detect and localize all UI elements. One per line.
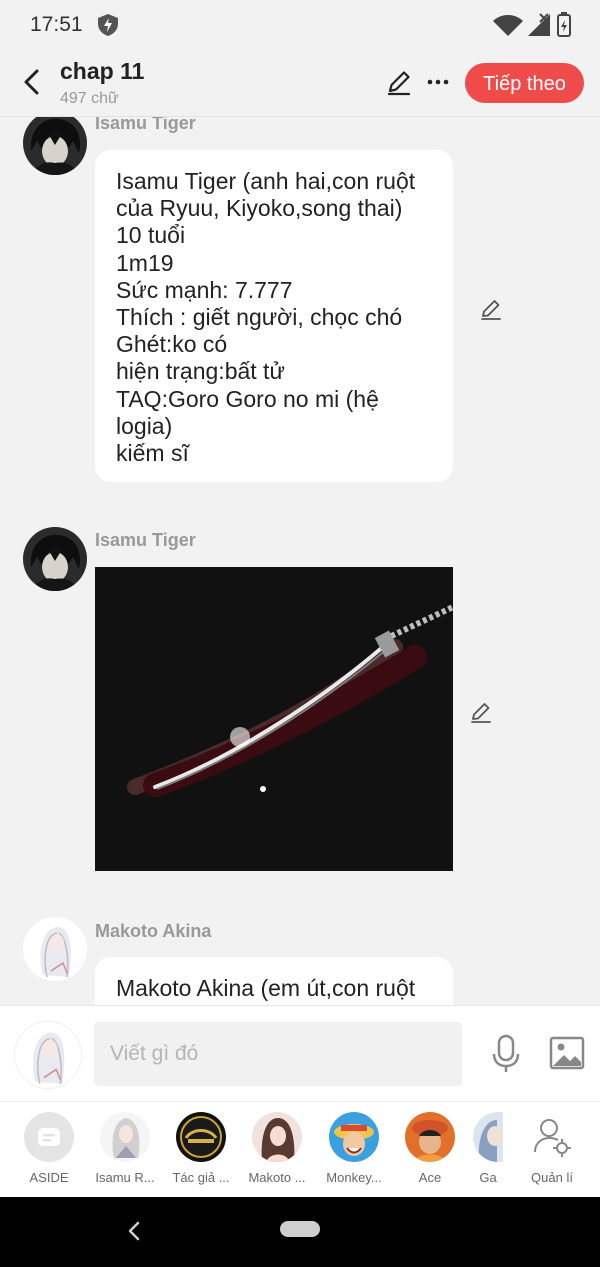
character-item[interactable]: Isamu R...	[87, 1112, 163, 1185]
shield-icon	[98, 14, 118, 36]
edit-pen-icon[interactable]	[385, 68, 413, 96]
chat-content[interactable]: Isamu Tiger Isamu Tiger (anh hai,con ruộ…	[0, 117, 600, 1005]
chapter-title: chap 11	[60, 58, 145, 84]
chapter-header: chap 11 497 chữ Tiếp theo	[0, 50, 600, 117]
avatar[interactable]	[23, 917, 87, 981]
character-label: Ga	[479, 1170, 497, 1185]
microphone-icon[interactable]	[490, 1034, 522, 1074]
character-bar: ASIDE Isamu R... Tác giả ... Makoto ... …	[0, 1101, 600, 1198]
character-avatar	[329, 1112, 379, 1162]
message-text: Isamu Tiger (anh hai,con ruột của Ryuu, …	[116, 168, 416, 467]
katana-photo[interactable]	[95, 567, 453, 871]
character-item[interactable]: Tác giả ...	[163, 1112, 239, 1185]
character-avatar	[252, 1112, 302, 1162]
character-avatar	[405, 1112, 455, 1162]
character-label: Tác giả ...	[172, 1170, 230, 1185]
character-item[interactable]: Monkey...	[316, 1112, 392, 1185]
character-label: Makoto ...	[248, 1170, 306, 1185]
character-label: Ace	[418, 1170, 442, 1185]
character-avatar	[473, 1112, 503, 1162]
edit-pen-icon[interactable]	[469, 700, 493, 724]
current-character-avatar[interactable]	[14, 1021, 82, 1089]
character-label: Quản lí	[531, 1170, 573, 1185]
system-status-icons	[493, 12, 571, 37]
character-item[interactable]: Makoto ...	[239, 1112, 315, 1185]
character-item[interactable]: Ace	[392, 1112, 468, 1185]
edit-pen-icon[interactable]	[479, 297, 503, 321]
message-author: Isamu Tiger	[95, 530, 196, 550]
character-avatar	[176, 1112, 226, 1162]
message-composer	[0, 1005, 600, 1102]
character-label: Isamu R...	[95, 1170, 155, 1185]
next-chapter-button[interactable]: Tiếp theo	[465, 63, 584, 103]
system-navigation-bar	[0, 1197, 600, 1267]
message-input[interactable]	[94, 1022, 462, 1086]
message-text: Makoto Akina (em út,con ruột	[116, 975, 416, 1001]
message-bubble[interactable]: Isamu Tiger (anh hai,con ruột của Ryuu, …	[95, 150, 453, 482]
character-item[interactable]: Ga	[468, 1112, 508, 1185]
more-options-icon[interactable]	[424, 68, 452, 96]
status-time: 17:51	[30, 13, 83, 36]
avatar[interactable]	[23, 117, 87, 175]
back-arrow-icon[interactable]	[16, 66, 48, 98]
message-bubble[interactable]: Makoto Akina (em út,con ruột	[95, 957, 453, 1005]
user-settings-icon	[527, 1112, 577, 1162]
character-aside[interactable]: ASIDE	[11, 1112, 87, 1185]
aside-icon	[24, 1112, 74, 1162]
avatar[interactable]	[23, 527, 87, 591]
nav-back-icon[interactable]	[124, 1219, 144, 1243]
character-avatar	[100, 1112, 150, 1162]
message-author: Isamu Tiger	[95, 117, 196, 133]
image-icon[interactable]	[549, 1036, 585, 1070]
word-count: 497 chữ	[60, 90, 119, 107]
status-bar: 17:51	[0, 0, 600, 50]
message-author: Makoto Akina	[95, 921, 212, 941]
character-label: Monkey...	[326, 1170, 382, 1185]
character-label: ASIDE	[29, 1170, 69, 1185]
nav-home-pill[interactable]	[280, 1221, 320, 1237]
character-management[interactable]: Quản lí	[514, 1112, 590, 1185]
